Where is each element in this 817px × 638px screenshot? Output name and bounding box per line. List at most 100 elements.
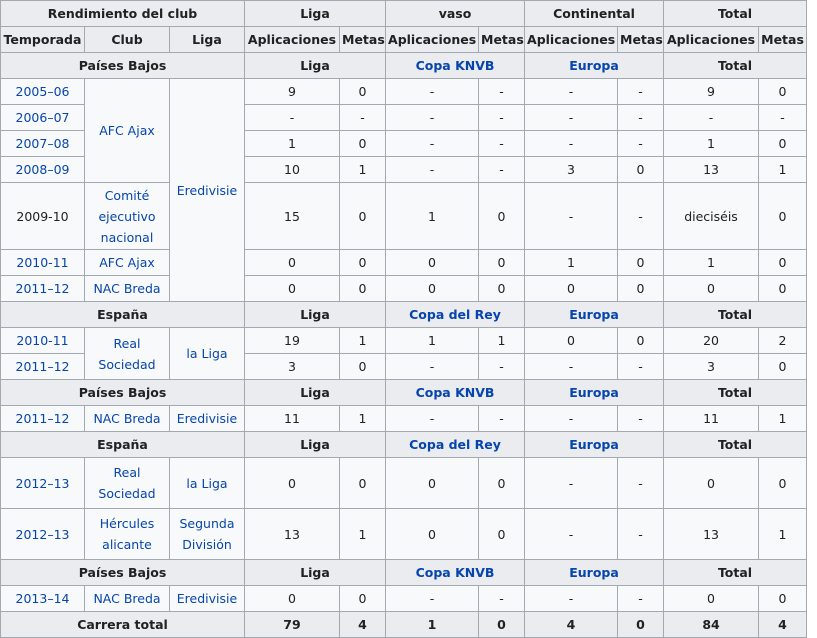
cont-goals: 0 xyxy=(617,275,665,302)
league-apps: 0 xyxy=(244,275,340,302)
league-link[interactable]: la Liga xyxy=(169,327,245,380)
total-goals: 0 xyxy=(758,182,808,250)
season-link[interactable]: 2010-11 xyxy=(0,327,85,354)
col-cup-apps: Aplicaciones xyxy=(385,26,480,53)
section-continental-link[interactable]: Europa xyxy=(524,301,665,328)
section-continental-link[interactable]: Europa xyxy=(524,559,665,586)
cont-goals: - xyxy=(617,353,665,380)
section-league: Liga xyxy=(243,52,387,79)
league-link[interactable]: Eredivisie xyxy=(169,585,245,612)
cup-apps: 0 xyxy=(385,457,480,509)
league-apps: 19 xyxy=(244,327,340,354)
total-apps: 11 xyxy=(663,405,760,432)
cup-goals: - xyxy=(478,353,526,380)
total-apps: 9 xyxy=(663,78,760,105)
cont-goals: - xyxy=(617,405,665,432)
career-total-row: Carrera total 79 4 1 0 4 0 84 4 xyxy=(0,611,808,638)
cont-goals: 0 xyxy=(617,249,665,276)
season-link[interactable]: 2012–13 xyxy=(0,457,85,509)
club-link[interactable]: Real Sociedad xyxy=(84,327,170,380)
career-cup-apps: 1 xyxy=(385,611,480,638)
section-country: España xyxy=(0,301,245,328)
cup-apps: - xyxy=(385,353,480,380)
header-club-performance: Rendimiento del club xyxy=(0,0,245,27)
season-link[interactable]: 2006–07 xyxy=(0,104,85,131)
cup-apps: - xyxy=(385,585,480,612)
league-link[interactable]: Eredivisie xyxy=(169,78,245,302)
season-link[interactable]: 2007–08 xyxy=(0,130,85,157)
league-goals: 0 xyxy=(338,78,387,105)
col-club: Club xyxy=(84,26,170,53)
cont-goals: - xyxy=(617,457,665,509)
cont-apps: - xyxy=(524,130,619,157)
section-total: Total xyxy=(663,559,808,586)
cup-goals: - xyxy=(478,104,526,131)
league-apps: 3 xyxy=(244,353,340,380)
season-link[interactable]: 2012–13 xyxy=(0,508,85,560)
cup-goals: 0 xyxy=(478,508,526,560)
table-row: 2010-11 Real Sociedad la Liga 19 1 1 1 0… xyxy=(0,327,808,380)
cont-goals: - xyxy=(617,78,665,105)
league-link[interactable]: Segunda División xyxy=(169,508,245,560)
club-link[interactable]: AFC Ajax xyxy=(84,78,170,183)
season-link[interactable]: 2011–12 xyxy=(0,275,85,302)
table-row: 2013–14 NAC Breda Eredivisie 0 0 - - - -… xyxy=(0,585,808,612)
total-goals: 0 xyxy=(758,130,808,157)
cont-apps: - xyxy=(524,353,619,380)
cont-apps: - xyxy=(524,104,619,131)
cont-goals: - xyxy=(617,182,665,250)
col-cup-goals: Metas xyxy=(478,26,526,53)
section-continental-link[interactable]: Europa xyxy=(524,52,665,79)
season-link[interactable]: 2013–14 xyxy=(0,585,85,612)
club-link[interactable]: Hércules alicante xyxy=(84,508,170,560)
section-cup-link[interactable]: Copa KNVB xyxy=(385,379,526,406)
cont-goals: - xyxy=(617,104,665,131)
season-link[interactable]: 2011–12 xyxy=(0,405,85,432)
league-goals: 0 xyxy=(338,275,387,302)
section-total: Total xyxy=(663,431,808,458)
league-apps: 0 xyxy=(244,457,340,509)
season-link[interactable]: 2011–12 xyxy=(0,353,85,380)
total-apps: 1 xyxy=(663,249,760,276)
league-goals: - xyxy=(338,104,387,131)
section-league: Liga xyxy=(243,559,387,586)
section-country: Países Bajos xyxy=(0,559,245,586)
club-link[interactable]: NAC Breda xyxy=(84,405,170,432)
league-apps: 9 xyxy=(244,78,340,105)
season-link[interactable]: 2010-11 xyxy=(0,249,85,276)
club-link[interactable]: Real Sociedad xyxy=(84,457,170,509)
section-continental-link[interactable]: Europa xyxy=(524,379,665,406)
league-goals: 0 xyxy=(338,182,387,250)
league-link[interactable]: la Liga xyxy=(169,457,245,509)
cup-apps: 0 xyxy=(385,275,480,302)
season-link[interactable]: 2005–06 xyxy=(0,78,85,105)
season-link[interactable]: 2008–09 xyxy=(0,156,85,183)
header-league: Liga xyxy=(243,0,387,27)
club-link[interactable]: NAC Breda xyxy=(84,585,170,612)
section-cup-link[interactable]: Copa KNVB xyxy=(385,52,526,79)
club-link[interactable]: AFC Ajax xyxy=(84,249,170,276)
total-apps: 20 xyxy=(663,327,760,354)
club-link[interactable]: NAC Breda xyxy=(84,275,170,302)
cup-goals: 0 xyxy=(478,182,526,250)
cup-apps: - xyxy=(385,78,480,105)
col-season: Temporada xyxy=(0,26,85,53)
total-apps: 3 xyxy=(663,353,760,380)
cont-goals: 0 xyxy=(617,327,665,354)
career-cont-goals: 0 xyxy=(617,611,665,638)
section-cup-link[interactable]: Copa del Rey xyxy=(385,431,526,458)
total-apps: 1 xyxy=(663,130,760,157)
section-continental-link[interactable]: Europa xyxy=(524,431,665,458)
table-row: 2011–12 NAC Breda Eredivisie 11 1 - - - … xyxy=(0,405,808,432)
cont-apps: 1 xyxy=(524,249,619,276)
section-league: Liga xyxy=(243,431,387,458)
league-apps: 13 xyxy=(244,508,340,560)
cup-apps: 0 xyxy=(385,249,480,276)
club-link[interactable]: Comité ejecutivo nacional xyxy=(84,182,170,250)
season-cell: 2009-10 xyxy=(0,182,85,250)
section-cup-link[interactable]: Copa del Rey xyxy=(385,301,526,328)
table-row: 2010-11 AFC Ajax 0 0 0 0 1 0 1 0 xyxy=(0,249,808,276)
league-link[interactable]: Eredivisie xyxy=(169,405,245,432)
league-goals: 1 xyxy=(338,327,387,354)
section-cup-link[interactable]: Copa KNVB xyxy=(385,559,526,586)
